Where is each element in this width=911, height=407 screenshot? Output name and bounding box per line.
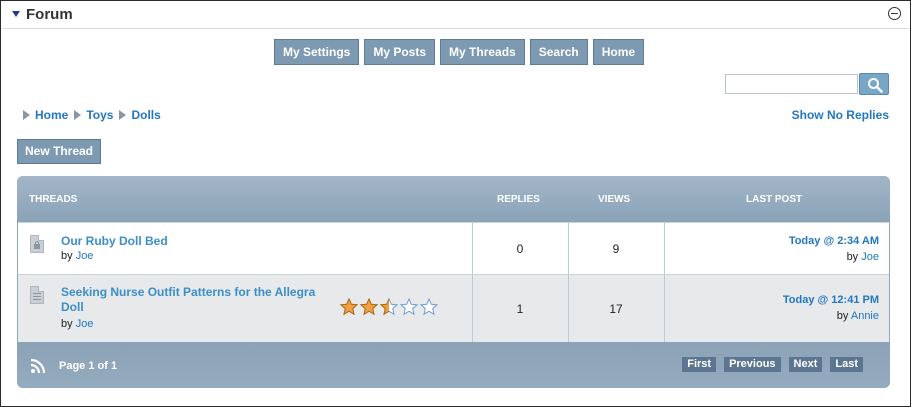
- module-header: Forum: [2, 2, 909, 29]
- minimize-icon[interactable]: [888, 7, 901, 20]
- views-count: 17: [609, 302, 623, 316]
- rss-icon[interactable]: [30, 358, 46, 374]
- search-submit-button[interactable]: [859, 73, 889, 95]
- last-page-button[interactable]: Last: [830, 357, 863, 372]
- replies-count: 1: [516, 302, 524, 316]
- search-input[interactable]: [725, 74, 858, 94]
- last-post-time-link[interactable]: Today @ 2:34 AM: [789, 235, 879, 247]
- rating-star-icon[interactable]: [400, 298, 418, 316]
- views-cell: 17: [568, 275, 663, 342]
- breadcrumb: Home Toys Dolls: [23, 108, 167, 122]
- last-post-author: by Joe: [846, 251, 879, 263]
- last-post-author-link[interactable]: Annie: [851, 310, 879, 322]
- last-post-author-link[interactable]: Joe: [861, 251, 879, 263]
- new-thread-button[interactable]: New Thread: [17, 139, 102, 164]
- my-posts-button[interactable]: My Posts: [364, 39, 436, 65]
- thread-title-link[interactable]: Our Ruby Doll Bed: [61, 234, 168, 249]
- document-icon: [30, 286, 44, 304]
- breadcrumb-dolls[interactable]: Dolls: [131, 108, 160, 122]
- last-post-author: by Annie: [836, 310, 879, 322]
- rating-star-icon[interactable]: [360, 298, 378, 316]
- views-count: 9: [612, 242, 620, 256]
- pager: First Previous Next Last: [682, 357, 863, 372]
- thread-author: by Joe: [61, 318, 94, 330]
- thread-author-link[interactable]: Joe: [76, 250, 94, 262]
- rating-star-icon[interactable]: [340, 298, 358, 316]
- replies-count: 0: [516, 242, 524, 256]
- rating-stars[interactable]: [340, 298, 438, 316]
- replies-cell: 1: [472, 275, 567, 342]
- rating-star-icon[interactable]: [420, 298, 438, 316]
- show-no-replies-link[interactable]: Show No Replies: [792, 108, 889, 122]
- forum-navbar: My Settings My Posts My Threads Search H…: [274, 39, 645, 65]
- last-post-cell: Today @ 2:34 AM by Joe: [664, 223, 889, 274]
- last-post-cell: Today @ 12:41 PM by Annie: [664, 275, 889, 342]
- views-cell: 9: [568, 223, 663, 274]
- forum-module: Forum My Settings My Posts My Threads Se…: [0, 0, 911, 407]
- thread-cell: Our Ruby Doll Bed by Joe: [18, 223, 471, 274]
- next-page-button[interactable]: Next: [788, 357, 823, 372]
- header-last-post: LAST POST: [746, 194, 803, 205]
- locked-document-icon: [30, 235, 44, 253]
- header-threads: THREADS: [29, 194, 78, 205]
- collapse-triangle-icon[interactable]: [12, 11, 20, 17]
- home-button[interactable]: Home: [592, 39, 645, 65]
- module-title: Forum: [26, 6, 73, 23]
- previous-page-button[interactable]: Previous: [724, 357, 781, 372]
- header-views: VIEWS: [598, 194, 631, 205]
- breadcrumb-toys[interactable]: Toys: [86, 108, 113, 122]
- magnifier-icon: [868, 78, 883, 93]
- table-row: Seeking Nurse Outfit Patterns for the Al…: [18, 274, 889, 342]
- thread-title-link[interactable]: Seeking Nurse Outfit Patterns for the Al…: [61, 285, 315, 315]
- breadcrumb-home[interactable]: Home: [35, 108, 68, 122]
- thread-author-link[interactable]: Joe: [76, 318, 94, 330]
- breadcrumb-arrow-icon: [23, 110, 30, 120]
- replies-cell: 0: [472, 223, 567, 274]
- table-footer: Page 1 of 1 First Previous Next Last: [17, 342, 890, 388]
- breadcrumb-arrow-icon: [119, 110, 127, 120]
- threads-table: THREADS REPLIES VIEWS LAST POST Our Ruby…: [17, 176, 890, 388]
- breadcrumb-arrow-icon: [74, 110, 82, 120]
- first-page-button[interactable]: First: [682, 357, 717, 372]
- last-post-time-link[interactable]: Today @ 12:41 PM: [783, 294, 879, 306]
- thread-author: by Joe: [61, 250, 94, 262]
- header-replies: REPLIES: [497, 194, 540, 205]
- my-settings-button[interactable]: My Settings: [274, 39, 360, 65]
- my-threads-button[interactable]: My Threads: [440, 39, 525, 65]
- search-button[interactable]: Search: [529, 39, 588, 65]
- rating-star-icon[interactable]: [380, 298, 398, 316]
- table-row: Our Ruby Doll Bed by Joe 0 9 Today @ 2:3…: [18, 222, 889, 274]
- thread-cell: Seeking Nurse Outfit Patterns for the Al…: [18, 275, 471, 342]
- page-info: Page 1 of 1: [59, 360, 118, 372]
- table-header: THREADS REPLIES VIEWS LAST POST: [17, 176, 890, 222]
